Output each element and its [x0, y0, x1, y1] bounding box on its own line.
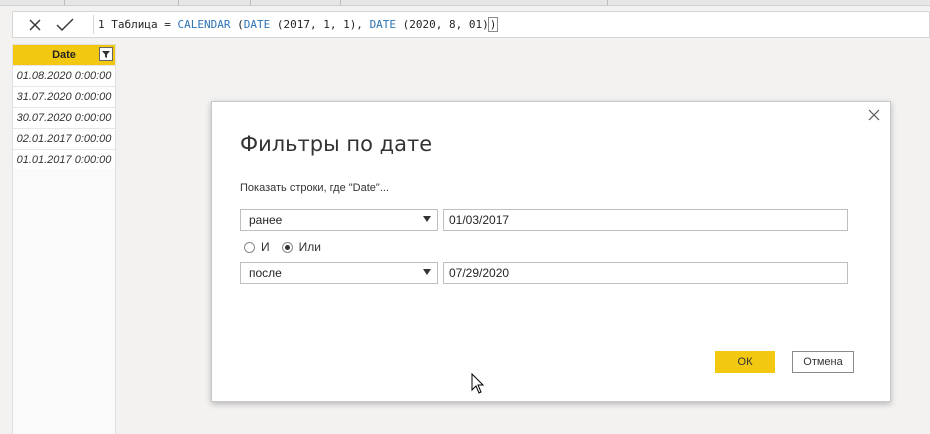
- formula-bar[interactable]: 1 Таблица = CALENDAR (DATE (2017, 1, 1),…: [12, 11, 930, 38]
- condition2-operator-value: после: [249, 266, 282, 280]
- table-row[interactable]: 01.08.2020 0:00:00: [13, 65, 115, 86]
- logic-radio-group: И Или: [244, 240, 333, 254]
- ribbon-strip: [0, 0, 930, 6]
- dialog-prompt: Показать строки, где "Date"...: [240, 182, 389, 194]
- ribbon-separator: [340, 0, 341, 5]
- table-empty-area: [12, 169, 116, 434]
- dialog-title: Фильтры по дате: [240, 132, 433, 156]
- formula-paren-close: ): [487, 17, 499, 32]
- cancel-button[interactable]: Отмена: [792, 351, 854, 373]
- table-row[interactable]: 31.07.2020 0:00:00: [13, 86, 115, 107]
- date-filter-dialog: Фильтры по дате Показать строки, где "Da…: [211, 101, 891, 402]
- cancel-icon[interactable]: [21, 12, 49, 37]
- or-radio-label: Или: [298, 240, 321, 254]
- date-table: Date 01.08.2020 0:00:00 31.07.2020 0:00:…: [12, 44, 116, 171]
- table-row[interactable]: 01.01.2017 0:00:00: [13, 149, 115, 170]
- condition2-value-input[interactable]: 07/29/2020: [443, 262, 848, 284]
- dropdown-arrow-icon: [423, 216, 431, 222]
- condition1-value-input[interactable]: 01/03/2017: [443, 209, 848, 231]
- dropdown-arrow-icon: [423, 269, 431, 275]
- and-radio[interactable]: [244, 241, 255, 253]
- formula-lhs: Таблица =: [111, 18, 178, 31]
- table-row[interactable]: 30.07.2020 0:00:00: [13, 107, 115, 128]
- ribbon-separator: [178, 0, 179, 5]
- table-row[interactable]: 02.01.2017 0:00:00: [13, 128, 115, 149]
- ribbon-separator: [607, 0, 608, 5]
- filter-icon[interactable]: [99, 47, 113, 61]
- formula-func-date: DATE: [369, 18, 397, 31]
- or-radio[interactable]: [281, 241, 293, 253]
- formula-paren-open: (: [230, 18, 244, 31]
- formula-text[interactable]: 1 Таблица = CALENDAR (DATE (2017, 1, 1),…: [98, 17, 499, 32]
- formula-args: (2017, 1, 1),: [270, 18, 370, 31]
- formula-args: (2020, 8, 01): [396, 18, 489, 31]
- and-radio-label: И: [261, 240, 270, 254]
- formula-func-date: DATE: [243, 18, 271, 31]
- close-icon[interactable]: [866, 107, 882, 123]
- condition2-operator-select[interactable]: после: [240, 262, 438, 284]
- or-radio-selected-dot: [284, 244, 290, 250]
- mouse-cursor-icon: [471, 372, 485, 400]
- line-number: 1: [98, 18, 105, 31]
- ribbon-separator: [64, 0, 65, 5]
- condition1-operator-select[interactable]: ранее: [240, 209, 438, 231]
- formula-func-calendar: CALENDAR: [177, 18, 231, 31]
- commit-icon[interactable]: [51, 12, 79, 37]
- formula-divider: [93, 15, 94, 34]
- ok-button[interactable]: ОК: [715, 351, 775, 373]
- column-header-date[interactable]: Date: [13, 45, 115, 65]
- condition1-operator-value: ранее: [249, 213, 283, 227]
- column-header-label: Date: [52, 49, 76, 61]
- ribbon-separator: [250, 0, 251, 5]
